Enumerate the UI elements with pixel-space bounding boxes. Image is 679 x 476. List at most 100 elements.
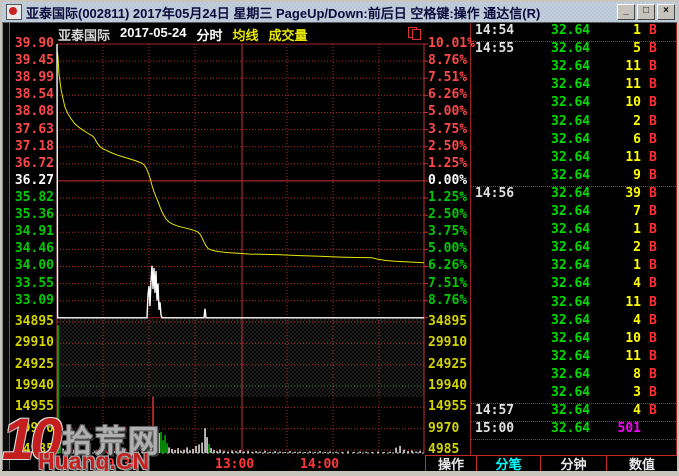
tdx-window: 亚泰国际(002811) 2017年05月24日 星期三 PageUp/Down… bbox=[0, 0, 679, 476]
percent-axis-label: 10.01% bbox=[428, 36, 475, 51]
trade-volume: 1 bbox=[633, 258, 641, 274]
trade-flag: B bbox=[649, 95, 657, 111]
percent-axis-label: 2.50% bbox=[428, 138, 468, 154]
percent-axis-label: 5.00% bbox=[428, 104, 468, 120]
volume-axis-label-right: 19940 bbox=[428, 378, 468, 393]
window-frame-left bbox=[0, 0, 2, 476]
percent-axis-label: 5.00% bbox=[428, 241, 468, 257]
trade-volume: 1 bbox=[633, 23, 641, 38]
trade-volume: 11 bbox=[625, 149, 641, 165]
trade-row: 32.64 1 B bbox=[471, 222, 676, 240]
tab-shuzhi[interactable]: 数值 bbox=[606, 455, 678, 472]
header-stock-name: 亚泰国际 bbox=[58, 28, 111, 43]
close-button[interactable]: × bbox=[657, 4, 675, 20]
trade-flag: B bbox=[649, 330, 657, 346]
trade-row: 32.64 9 B bbox=[471, 168, 676, 187]
percent-axis-label: 3.75% bbox=[428, 121, 468, 137]
trade-flag: B bbox=[649, 204, 657, 219]
trade-row: 32.64 11 B bbox=[471, 150, 676, 168]
trade-flag: B bbox=[649, 385, 657, 400]
split-window-icon[interactable] bbox=[408, 27, 421, 40]
trade-flag: B bbox=[649, 167, 657, 183]
trade-flag: B bbox=[649, 131, 657, 147]
percent-axis-label: 7.51% bbox=[428, 70, 468, 86]
minimize-button[interactable]: _ bbox=[617, 4, 635, 20]
header-vol-legend: 成交量 bbox=[268, 28, 308, 43]
trade-flag: B bbox=[649, 276, 657, 292]
trade-row: 32.64 10 B bbox=[471, 331, 676, 349]
volume-axis-label-left: 9970 bbox=[22, 420, 54, 436]
trade-row: 15:00 32.64 501 bbox=[471, 421, 676, 441]
percent-axis-label: 6.26% bbox=[428, 87, 468, 103]
percent-axis-label: 3.75% bbox=[428, 224, 468, 240]
price-axis-label: 38.54 bbox=[14, 87, 54, 103]
trade-flag: B bbox=[649, 23, 657, 38]
trade-time: 15:00 bbox=[475, 421, 515, 437]
time-label-1030: 10:30 bbox=[99, 457, 139, 472]
volume-axis-label-right: 29910 bbox=[428, 335, 468, 351]
trade-volume: 4 bbox=[633, 276, 641, 292]
trade-time: 14:57 bbox=[475, 403, 515, 419]
header-date: 2017-05-24 bbox=[120, 25, 187, 40]
tab-fenzhong[interactable]: 分钟 bbox=[540, 455, 607, 472]
trade-time: 14:56 bbox=[475, 185, 515, 201]
trade-flag: B bbox=[649, 403, 657, 419]
window-title: 亚泰国际(002811) 2017年05月24日 星期三 PageUp/Down… bbox=[26, 5, 541, 21]
price-axis-label: 36.27 bbox=[14, 172, 54, 188]
trade-flag: B bbox=[649, 222, 657, 238]
trade-volume: 9 bbox=[633, 167, 641, 183]
trade-flag: B bbox=[649, 113, 657, 129]
trade-row: 14:54 32.64 1 B bbox=[471, 23, 676, 42]
price-axis-label: 36.72 bbox=[14, 155, 54, 171]
chart-header: 亚泰国际 2017-05-24 分时 均线 成交量 bbox=[58, 25, 308, 43]
trade-volume: 4 bbox=[633, 403, 641, 419]
time-label-1400: 14:00 bbox=[300, 457, 340, 472]
volume-axis-label-right: 24925 bbox=[428, 356, 468, 372]
trade-volume: 1 bbox=[633, 222, 641, 238]
trade-volume: 2 bbox=[633, 240, 641, 256]
volume-axis-label-left: 24925 bbox=[14, 356, 54, 372]
trade-row: 32.64 11 B bbox=[471, 59, 676, 77]
trade-flag: B bbox=[649, 240, 657, 256]
trade-volume: 39 bbox=[625, 185, 641, 201]
volume-axis-label-left: 4985 bbox=[22, 442, 54, 457]
trade-volume: 3 bbox=[633, 385, 641, 400]
price-axis-label: 35.82 bbox=[14, 190, 54, 205]
title-bar: 亚泰国际(002811) 2017年05月24日 星期三 PageUp/Down… bbox=[2, 2, 677, 23]
trade-volume: 2 bbox=[633, 113, 641, 129]
volume-axis-label-left: 34895 bbox=[14, 314, 54, 329]
trade-row: 32.64 3 B bbox=[471, 385, 676, 404]
volume-axis-label-right: 14955 bbox=[428, 399, 468, 415]
volume-axis-label-left: 14955 bbox=[14, 399, 54, 415]
trade-volume: 10 bbox=[625, 95, 641, 111]
tab-caozuo[interactable]: 操作 bbox=[425, 455, 477, 472]
app-icon bbox=[6, 4, 22, 20]
percent-axis-label: 8.76% bbox=[428, 53, 468, 69]
trade-row: 14:57 32.64 4 B bbox=[471, 403, 676, 423]
header-avg-legend: 均线 bbox=[232, 28, 259, 43]
volume-axis-label-left: 29910 bbox=[14, 335, 54, 351]
trade-flag: B bbox=[649, 41, 657, 57]
trade-row: 14:56 32.64 39 B bbox=[471, 186, 676, 204]
trade-row: 32.64 11 B bbox=[471, 295, 676, 313]
trade-flag: B bbox=[649, 294, 657, 310]
tick-trade-panel: 14:54 32.64 1 B 14:55 32.64 5 B 32.64 11 B 32.64 11 B… bbox=[471, 23, 676, 443]
trade-flag: B bbox=[649, 348, 657, 364]
trade-row: 32.64 8 B bbox=[471, 367, 676, 385]
maximize-button[interactable]: □ bbox=[637, 4, 655, 20]
percent-axis-label: 6.26% bbox=[428, 258, 468, 274]
price-axis-label: 39.90 bbox=[14, 36, 54, 51]
trade-row: 32.64 11 B bbox=[471, 77, 676, 95]
trade-volume: 5 bbox=[633, 41, 641, 57]
percent-axis-label: 8.76% bbox=[428, 292, 468, 308]
trade-volume: 11 bbox=[625, 77, 641, 93]
trade-volume: 7 bbox=[633, 204, 641, 219]
tab-fenbi[interactable]: 分笔 bbox=[476, 455, 541, 472]
trade-flag: B bbox=[649, 312, 657, 328]
trade-volume: 6 bbox=[633, 131, 641, 147]
percent-axis-label: 1.25% bbox=[428, 190, 468, 205]
trade-flag: B bbox=[649, 185, 657, 201]
trade-time: 14:55 bbox=[475, 41, 515, 57]
trade-volume: 11 bbox=[625, 348, 641, 364]
trade-flag: B bbox=[649, 59, 657, 75]
